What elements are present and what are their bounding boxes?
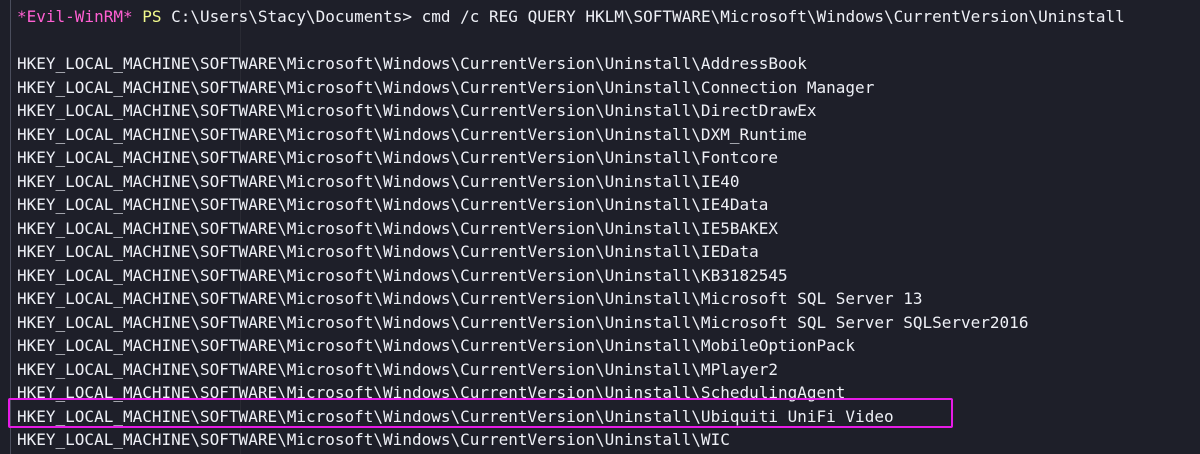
output-line: HKEY_LOCAL_MACHINE\SOFTWARE\Microsoft\Wi…	[17, 54, 807, 73]
output-line: HKEY_LOCAL_MACHINE\SOFTWARE\Microsoft\Wi…	[17, 77, 875, 97]
output-line: HKEY_LOCAL_MACHINE\SOFTWARE\Microsoft\Wi…	[17, 148, 778, 167]
command-text: cmd /c REG QUERY HKLM\SOFTWARE\Microsoft…	[421, 7, 1125, 26]
command-prompt-line: *Evil-WinRM* PS C:\Users\Stacy\Documents…	[17, 5, 1125, 29]
output-line: HKEY_LOCAL_MACHINE\SOFTWARE\Microsoft\Wi…	[17, 124, 807, 144]
output-line: HKEY_LOCAL_MACHINE\SOFTWARE\Microsoft\Wi…	[17, 242, 759, 261]
terminal-window[interactable]: *Evil-WinRM* PS C:\Users\Stacy\Documents…	[0, 0, 1200, 454]
output-line: HKEY_LOCAL_MACHINE\SOFTWARE\Microsoft\Wi…	[17, 289, 923, 308]
output-line: HKEY_LOCAL_MACHINE\SOFTWARE\Microsoft\Wi…	[17, 101, 817, 120]
shell-tag: *Evil-WinRM*	[17, 7, 133, 26]
output-line: HKEY_LOCAL_MACHINE\SOFTWARE\Microsoft\Wi…	[17, 218, 778, 238]
output-line: HKEY_LOCAL_MACHINE\SOFTWARE\Microsoft\Wi…	[17, 359, 778, 379]
window-left-border	[10, 0, 11, 454]
output-line: HKEY_LOCAL_MACHINE\SOFTWARE\Microsoft\Wi…	[17, 430, 730, 449]
output-line: HKEY_LOCAL_MACHINE\SOFTWARE\Microsoft\Wi…	[17, 312, 1029, 332]
output-line: HKEY_LOCAL_MACHINE\SOFTWARE\Microsoft\Wi…	[17, 171, 740, 191]
ps-label: PS	[142, 7, 162, 26]
output-line: HKEY_LOCAL_MACHINE\SOFTWARE\Microsoft\Wi…	[17, 265, 788, 285]
prompt-path: C:\Users\Stacy\Documents>	[171, 7, 412, 26]
output-line: HKEY_LOCAL_MACHINE\SOFTWARE\Microsoft\Wi…	[17, 195, 769, 214]
command-output: HKEY_LOCAL_MACHINE\SOFTWARE\Microsoft\Wi…	[17, 52, 1028, 452]
highlight-box	[8, 398, 953, 428]
output-line: HKEY_LOCAL_MACHINE\SOFTWARE\Microsoft\Wi…	[17, 336, 856, 355]
